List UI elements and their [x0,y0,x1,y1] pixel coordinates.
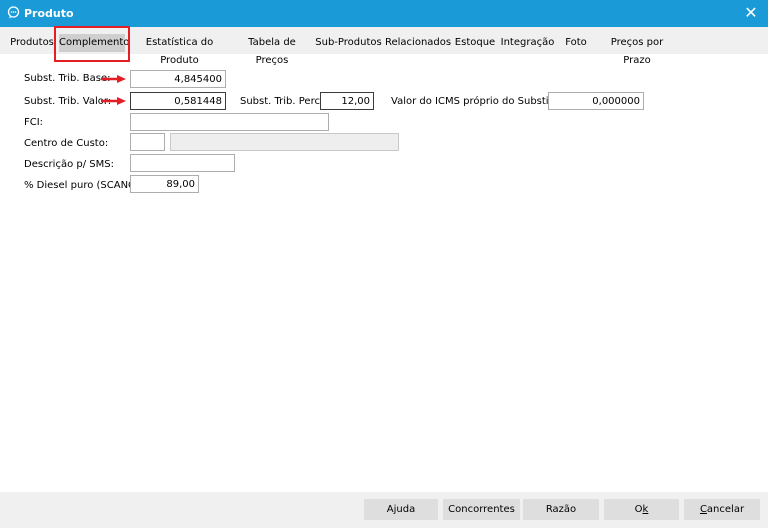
ok-button[interactable]: Ok [604,499,679,520]
subst-trib-valor-label: Subst. Trib. Valor: [24,96,112,107]
fci-field[interactable] [130,113,329,131]
descricao-sms-label: Descrição p/ SMS: [24,159,114,170]
cancelar-button-mnemonic: C [699,504,707,515]
window-title: Produto [24,7,74,20]
diesel-puro-label: % Diesel puro (SCANC): [24,180,143,191]
centro-de-custo-label: Centro de Custo: [24,138,109,149]
subst-trib-valor-field[interactable] [130,92,226,110]
centro-de-custo-description-field [170,133,399,151]
ajuda-button[interactable]: Ajuda [364,499,438,520]
concorrentes-button[interactable]: Concorrentes [443,499,520,520]
tab-produtos[interactable]: Produtos [8,34,56,52]
tab-sub-produtos[interactable]: Sub-Produtos [315,34,382,52]
subst-trib-perc-field[interactable] [320,92,374,110]
tab-relacionados[interactable]: Relacionados [385,34,451,52]
cancelar-button-label-rest: ancelar [706,504,745,515]
valor-icms-proprio-label: Valor do ICMS próprio do Substituto: [391,96,573,107]
subst-trib-base-label: Subst. Trib. Base: [24,73,111,84]
centro-de-custo-code-field[interactable] [130,133,165,151]
red-arrow-icon [101,97,126,105]
ok-button-label: O [634,504,643,515]
red-arrow-icon [101,75,126,83]
tab-tabela-de-precos[interactable]: Tabela de Preços [232,34,312,66]
fci-label: FCI: [24,117,44,128]
tab-bar: Produtos Complemento Estatística do Prod… [0,27,768,66]
tab-complemento[interactable]: Complemento [59,34,129,52]
title-bar: Produto ✕ [0,0,768,27]
tab-precos-por-prazo[interactable]: Preços por Prazo [597,34,677,66]
tab-integracao[interactable]: Integração [500,34,555,52]
cancelar-button[interactable]: Cancelar [684,499,760,520]
razao-button[interactable]: Razão [523,499,599,520]
close-icon[interactable]: ✕ [734,0,768,27]
tab-estoque[interactable]: Estoque [453,34,497,52]
descricao-sms-field[interactable] [130,154,235,172]
tab-estatistica-do-produto[interactable]: Estatística do Produto [130,34,229,66]
ok-button-mnemonic: k [642,504,649,515]
valor-icms-proprio-field[interactable] [548,92,644,110]
tab-foto[interactable]: Foto [558,34,594,52]
subst-trib-base-field[interactable] [130,70,226,88]
subst-trib-perc-label: Subst. Trib. Perc.: [240,96,327,107]
chat-bubble-icon [7,6,20,19]
diesel-puro-field[interactable] [130,175,199,193]
